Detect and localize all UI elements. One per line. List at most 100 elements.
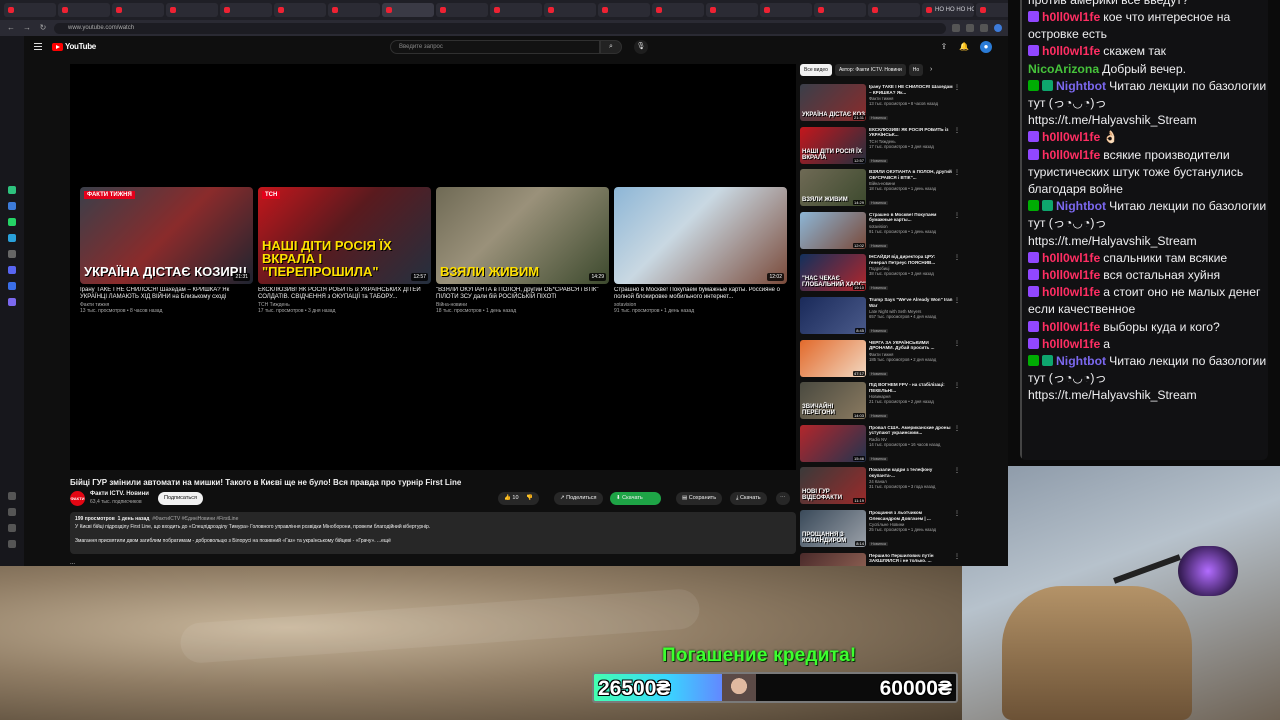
video-title[interactable]: ЕКСКЛЮЗИВ! ЯК РОСІЯ РОБИТЬ із УКРАЇНСЬК.…	[869, 127, 960, 138]
app-icon[interactable]	[8, 186, 16, 194]
filter-chip[interactable]: Но	[908, 64, 924, 76]
app-icon[interactable]	[8, 218, 16, 226]
forward-icon[interactable]: →	[22, 23, 32, 33]
browser-tab[interactable]	[328, 3, 380, 17]
chat-username[interactable]: h0ll0wl1fe	[1042, 251, 1100, 265]
more-options-icon[interactable]: ⋮	[954, 553, 960, 560]
download-button[interactable]: ⤓ Скачать	[730, 492, 767, 505]
settings-icon[interactable]	[8, 540, 16, 548]
video-title[interactable]: Страшно в Москве! Покупаем бумажные карт…	[869, 212, 960, 223]
more-options-icon[interactable]: ⋮	[954, 212, 960, 219]
create-icon[interactable]: ⇪	[938, 41, 950, 53]
more-options-icon[interactable]: ⋮	[954, 254, 960, 261]
video-title[interactable]: "ВЗЯЛИ ОКУПАНТА в ПОЛОН, другий ОБ*СРАВС…	[436, 287, 609, 301]
video-title[interactable]: Страшно в Москве! Покупаем бумажные карт…	[614, 287, 787, 301]
chat-username[interactable]: Nightbot	[1056, 354, 1106, 368]
app-icon[interactable]	[8, 266, 16, 274]
end-screen-card[interactable]: 12:02 Страшно в Москве! Покупаем бумажные…	[614, 187, 787, 314]
related-video-item[interactable]: Першило Першилович путін ЗАКШЛЯЛСЯ і не …	[800, 552, 960, 566]
chat-username[interactable]: h0ll0wl1fe	[1042, 268, 1100, 282]
video-title[interactable]: ВЗЯЛИ ОКУПАНТА в ПОЛОН, другий ОБ*СРАВСЯ…	[869, 169, 960, 180]
video-player[interactable]: ФАКТИ ТИЖНЯ УКРАЇНА ДІСТАЄ КОЗИР!! 21:31 Ір…	[70, 64, 796, 470]
video-thumbnail[interactable]: НАШІ ДІТИ РОСІЯ ЇХ ВКРАЛА 12:57	[800, 126, 866, 164]
profile-icon[interactable]	[994, 24, 1002, 32]
related-video-item[interactable]: "НАС ЧЕКАЄ ГЛОБАЛЬНИЙ ХАОС" 19:10 ІНСАЙДИ …	[800, 254, 960, 294]
video-title[interactable]: ЕКСКЛЮЗИВ! ЯК РОСІЯ РОБИТЬ із УКРАЇНСЬКИ…	[258, 287, 431, 301]
video-thumbnail[interactable]: 12:02	[800, 211, 866, 249]
more-options-icon[interactable]: ⋮	[954, 340, 960, 347]
browser-tab[interactable]	[382, 3, 434, 17]
app-icon[interactable]	[8, 202, 16, 210]
video-thumbnail[interactable]: ВЗЯЛИ ЖИВИМ 14:29	[800, 169, 866, 207]
extension-icon[interactable]	[980, 24, 988, 32]
video-title[interactable]: Провал США. Американские дроны уступают …	[869, 425, 960, 436]
browser-tab[interactable]	[544, 3, 596, 17]
app-icon[interactable]	[8, 282, 16, 290]
chat-username[interactable]: h0ll0wl1fe	[1042, 130, 1100, 144]
channel-avatar[interactable]: ФАКТИ	[70, 491, 85, 506]
video-thumbnail[interactable]: ЗВИЧАЙНІ ПЕРЕГОНИ 14:03	[800, 382, 866, 420]
video-thumbnail[interactable]: УКРАЇНА ДІСТАЄ КОЗ 21:31	[800, 84, 866, 121]
more-options-icon[interactable]: ⋮	[954, 425, 960, 432]
video-title[interactable]: ІНСАЙДИ від директора ЦРУ: генерал Петре…	[869, 254, 960, 265]
related-video-item[interactable]: 47:17 ЧЕРГА ЗА УКРАЇНСЬКИМИ ДРОНАМИ. Дуба…	[800, 339, 960, 380]
browser-tab[interactable]	[598, 3, 650, 17]
subscribe-button[interactable]: Подписаться	[158, 492, 203, 505]
more-options-icon[interactable]: ⋮	[954, 382, 960, 389]
app-icon[interactable]	[8, 234, 16, 242]
comments-header[interactable]: ...	[70, 560, 75, 566]
browser-tab[interactable]	[166, 3, 218, 17]
more-options-icon[interactable]: ⋮	[954, 510, 960, 517]
related-video-item[interactable]: ВЗЯЛИ ЖИВИМ 14:29 ВЗЯЛИ ОКУПАНТА в ПОЛОН, …	[800, 169, 960, 209]
settings-icon[interactable]	[8, 524, 16, 532]
video-thumbnail[interactable]: НОВІ ГУР ВІДЕОФАКТИ 11:19	[800, 467, 866, 505]
more-actions-icon[interactable]: ⋯	[776, 492, 790, 505]
search-input[interactable]: Введите запрос	[390, 40, 600, 54]
hashtags[interactable]: #ФактиICTV #ЄдиніНовини #FirstLine	[152, 516, 238, 522]
browser-tab[interactable]	[220, 3, 272, 17]
video-title[interactable]: Trump Says "We've Already Won" Iran War	[869, 297, 960, 308]
settings-icon[interactable]	[8, 508, 16, 516]
browser-tab[interactable]: НО НО НО НО	[922, 3, 974, 17]
channel-name[interactable]: Факти ICTV. Новини	[90, 491, 149, 497]
chat-username[interactable]: NicoArizona	[1028, 62, 1099, 76]
chat-username[interactable]: Nightbot	[1056, 199, 1106, 213]
notifications-icon[interactable]: 🔔	[958, 41, 970, 53]
more-options-icon[interactable]: ⋮	[954, 84, 960, 91]
browser-tab[interactable]	[436, 3, 488, 17]
video-thumbnail[interactable]: 12:02	[614, 187, 787, 284]
browser-tab[interactable]	[58, 3, 110, 17]
chat-username[interactable]: h0ll0wl1fe	[1042, 148, 1100, 162]
video-thumbnail[interactable]: ТСН НАШІ ДІТИ РОСІЯ ЇХ ВКРАЛА І "ПЕРЕПРОШ…	[258, 187, 431, 284]
video-thumbnail[interactable]: ФАКТИ ТИЖНЯ УКРАЇНА ДІСТАЄ КОЗИР!! 21:31	[80, 187, 253, 284]
avatar[interactable]: ●	[980, 41, 992, 53]
chat-username[interactable]: h0ll0wl1fe	[1042, 44, 1100, 58]
chat-username[interactable]: h0ll0wl1fe	[1042, 10, 1100, 24]
chat-username[interactable]: h0ll0wl1fe	[1042, 320, 1100, 334]
app-icon[interactable]	[8, 250, 16, 258]
browser-tab[interactable]	[760, 3, 812, 17]
video-title[interactable]: Прощання з льотчиком Олександром Довгаче…	[869, 510, 960, 521]
related-video-item[interactable]: НАШІ ДІТИ РОСІЯ ЇХ ВКРАЛА 12:57 ЕКСКЛЮЗИВ!…	[800, 126, 960, 167]
filter-chip[interactable]: Все видео	[800, 64, 832, 76]
like-button[interactable]: 👍 10 👎	[498, 492, 539, 505]
browser-tab[interactable]	[4, 3, 56, 17]
back-icon[interactable]: ←	[6, 23, 16, 33]
reload-icon[interactable]: ↻	[38, 23, 48, 33]
browser-tab[interactable]	[814, 3, 866, 17]
video-title[interactable]: Показали кадри з телефону окупанта-...	[869, 467, 960, 478]
video-thumbnail[interactable]: 15:46	[800, 424, 866, 462]
more-options-icon[interactable]: ⋮	[954, 169, 960, 176]
more-options-icon[interactable]: ⋮	[954, 297, 960, 304]
browser-tab[interactable]	[706, 3, 758, 17]
menu-icon[interactable]	[34, 43, 42, 50]
browser-tab[interactable]	[112, 3, 164, 17]
app-icon[interactable]	[8, 298, 16, 306]
chevron-right-icon[interactable]: ›	[926, 64, 936, 76]
video-title[interactable]: ЧЕРГА ЗА УКРАЇНСЬКИМИ ДРОНАМИ. Дубай про…	[869, 340, 960, 351]
save-button[interactable]: ▤ Сохранить	[676, 492, 723, 505]
more-options-icon[interactable]: ⋮	[954, 127, 960, 134]
browser-tab[interactable]	[490, 3, 542, 17]
chat-username[interactable]: h0ll0wl1fe	[1042, 285, 1100, 299]
browser-tab[interactable]	[274, 3, 326, 17]
